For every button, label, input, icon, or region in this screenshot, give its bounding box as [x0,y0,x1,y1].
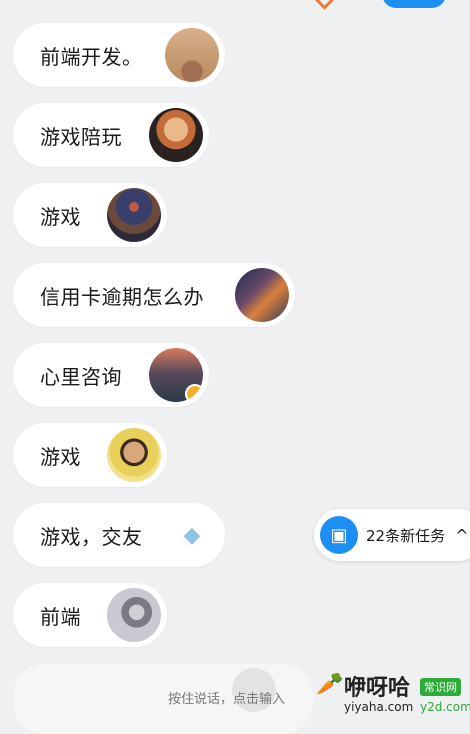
night-tree-avatar [107,188,161,242]
topic-label: 游戏 [40,204,81,229]
topic-label: 游戏 [40,444,81,469]
city-night-avatar [235,268,289,322]
whale-icon: ◆ [183,522,201,548]
topic-chip-counseling[interactable]: 心里咨询 [13,343,209,407]
topic-label: 心里咨询 [40,364,122,389]
topic-label: 游戏，交友 [40,524,143,549]
chevron-up-icon: ^ [455,525,469,545]
man-yellow-avatar [107,428,161,482]
topic-chip-credit-card[interactable]: 信用卡逾期怎么办 [13,263,295,327]
watermark-domain: yiyaha.com [344,700,414,714]
watermark-badge: 常识网 [420,678,461,696]
verified-badge-icon [185,384,203,402]
tasks-label: 22条新任务 [366,526,446,545]
top-blue-button[interactable] [382,0,446,8]
orange-arrow-icon [315,0,334,10]
anime-girl-avatar [107,588,161,642]
topic-label: 前端开发。 [40,44,143,69]
desert-figure-avatar [165,28,219,82]
new-tasks-button[interactable]: ▣ 22条新任务 ^ [314,509,470,561]
watermark-domain-2: y2d.com [420,700,470,714]
topic-label: 游戏陪玩 [40,124,122,149]
topic-chip-game-companion[interactable]: 游戏陪玩 [13,103,209,167]
sunset-city-avatar [149,348,203,402]
watermark-title: 咿呀哈 [344,676,411,701]
watermark: 🥕 咿呀哈 常识网 yiyaha.com y2d.com [316,668,470,718]
topic-chip-game[interactable]: 游戏 [13,183,167,247]
topic-label: 信用卡逾期怎么办 [40,284,204,309]
topic-label: 前端 [40,604,81,629]
input-hint[interactable]: 按住说话，点击输入 [168,688,285,707]
red-hair-boy-avatar [149,108,203,162]
topic-chip-frontend[interactable]: 前端 [13,583,167,647]
topic-chip-game-2[interactable]: 游戏 [13,423,167,487]
carrot-logo-icon: 🥕 [316,672,344,697]
topic-chip-game-friends[interactable]: 游戏，交友 ◆ [13,503,225,567]
task-user-icon: ▣ [320,516,358,554]
topic-chip-frontend-dev[interactable]: 前端开发。 [13,23,225,87]
